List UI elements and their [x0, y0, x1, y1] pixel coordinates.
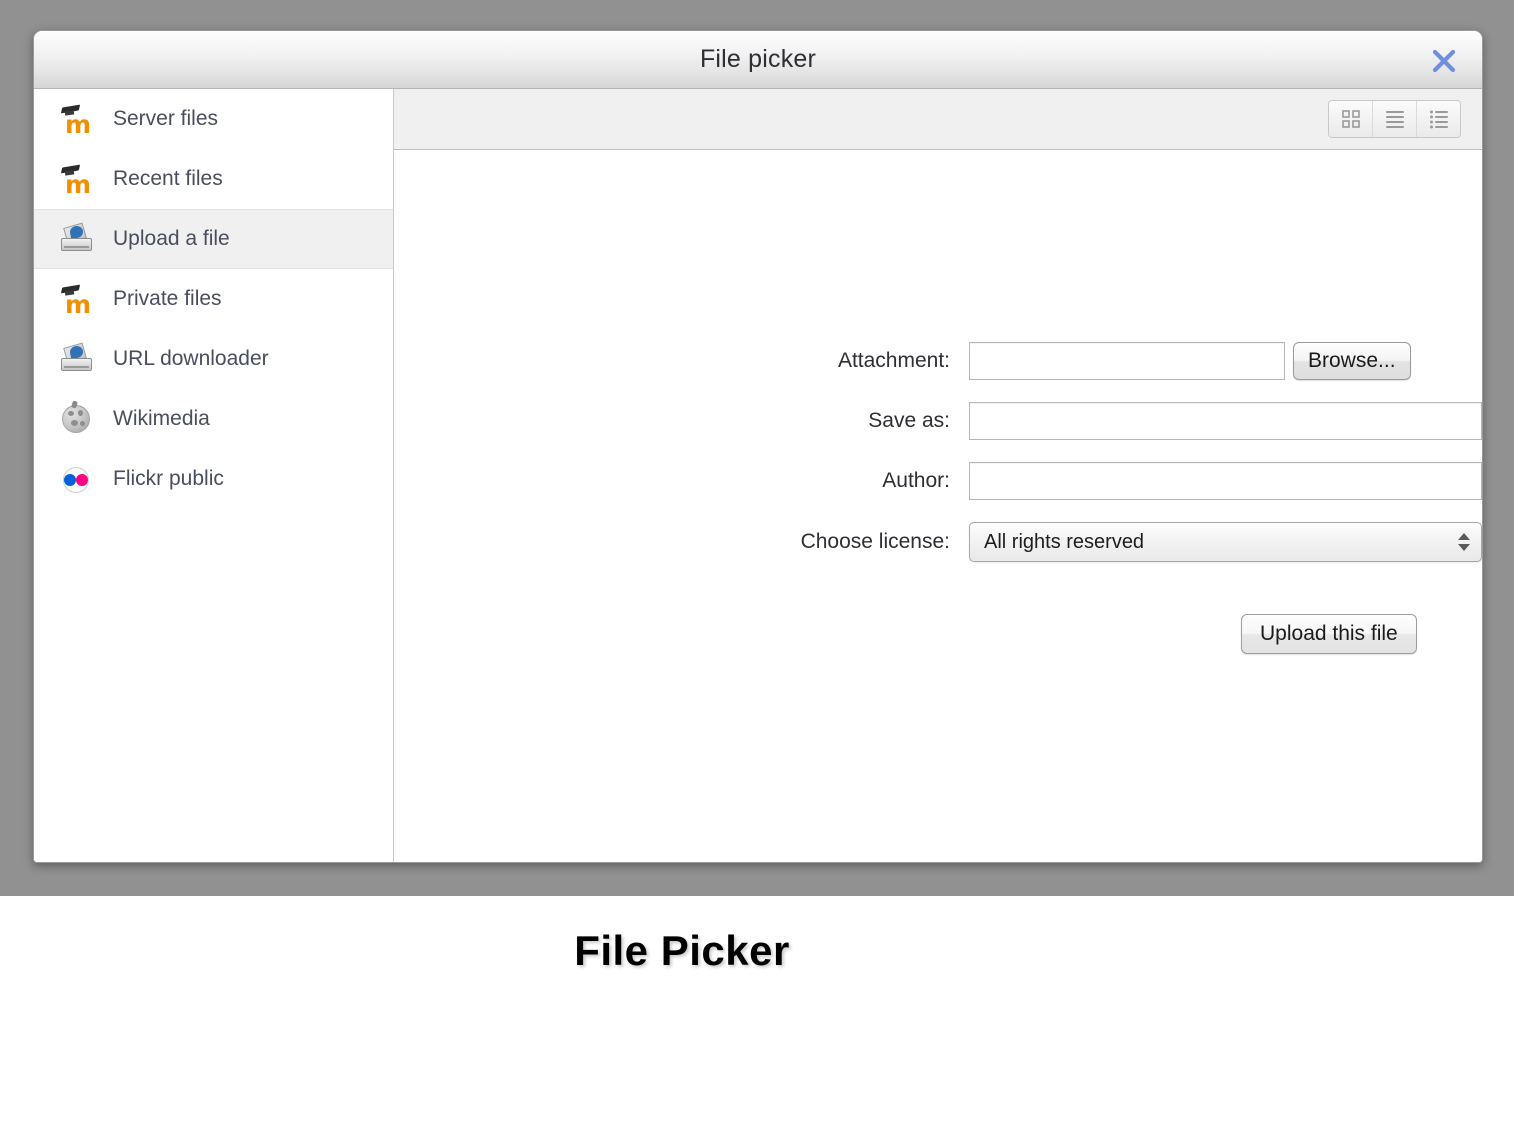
sidebar-item-recent-files[interactable]: m Recent files	[34, 149, 393, 209]
flickr-icon	[60, 463, 94, 495]
submit-row: Upload this file	[394, 614, 1482, 654]
moodle-icon: m	[60, 163, 94, 195]
license-select-wrapper: All rights reservedPublic domainCreative…	[969, 522, 1482, 562]
save-as-input[interactable]	[969, 402, 1482, 440]
license-select[interactable]: All rights reservedPublic domainCreative…	[969, 522, 1482, 562]
caption-text: File Picker	[574, 927, 790, 975]
moodle-icon: m	[60, 103, 94, 135]
sidebar-item-url-downloader[interactable]: URL downloader	[34, 329, 393, 389]
author-label: Author:	[394, 469, 969, 493]
upload-tray-icon	[60, 343, 94, 375]
view-mode-group	[1328, 100, 1461, 138]
browse-button[interactable]: Browse...	[1293, 342, 1411, 380]
sidebar-item-label: URL downloader	[113, 347, 269, 371]
upload-this-file-button[interactable]: Upload this file	[1241, 614, 1417, 654]
attachment-label: Attachment:	[394, 349, 969, 373]
upload-tray-icon	[60, 223, 94, 255]
license-row: Choose license: All rights reservedPubli…	[394, 522, 1482, 562]
figure-caption: File Picker	[0, 896, 1514, 1006]
sidebar-item-label: Server files	[113, 107, 218, 131]
sidebar-item-wikimedia[interactable]: Wikimedia	[34, 389, 393, 449]
attachment-row: Attachment: Browse...	[394, 342, 1482, 380]
sidebar-item-label: Upload a file	[113, 227, 230, 251]
license-label: Choose license:	[394, 530, 969, 554]
list-view-icon[interactable]	[1373, 101, 1417, 137]
file-picker-content: Attachment: Browse... Save as: Author: C…	[394, 150, 1482, 862]
sidebar-item-label: Private files	[113, 287, 222, 311]
sidebar-item-upload-a-file[interactable]: Upload a file	[34, 209, 393, 269]
author-input[interactable]	[969, 462, 1482, 500]
file-picker-toolbar	[394, 89, 1482, 150]
file-picker-dialog: File picker m Server files m	[33, 30, 1483, 863]
grid-view-icon[interactable]	[1329, 101, 1373, 137]
repository-sidebar: m Server files m Recent files Upload a f…	[34, 89, 394, 862]
save-as-row: Save as:	[394, 402, 1482, 440]
dialog-body: m Server files m Recent files Upload a f…	[34, 89, 1482, 862]
close-icon[interactable]	[1426, 43, 1462, 79]
tree-view-icon[interactable]	[1417, 101, 1460, 137]
sidebar-item-private-files[interactable]: m Private files	[34, 269, 393, 329]
moodle-icon: m	[60, 283, 94, 315]
attachment-input[interactable]	[969, 342, 1285, 380]
wikimedia-icon	[60, 403, 94, 435]
sidebar-item-flickr-public[interactable]: Flickr public	[34, 449, 393, 509]
upload-form: Attachment: Browse... Save as: Author: C…	[394, 342, 1482, 654]
file-picker-main: Attachment: Browse... Save as: Author: C…	[394, 89, 1482, 862]
sidebar-item-label: Wikimedia	[113, 407, 210, 431]
sidebar-item-label: Recent files	[113, 167, 223, 191]
author-row: Author:	[394, 462, 1482, 500]
save-as-label: Save as:	[394, 409, 969, 433]
dialog-title: File picker	[34, 31, 1482, 87]
sidebar-item-label: Flickr public	[113, 467, 224, 491]
dialog-titlebar: File picker	[34, 31, 1482, 89]
sidebar-item-server-files[interactable]: m Server files	[34, 89, 393, 149]
